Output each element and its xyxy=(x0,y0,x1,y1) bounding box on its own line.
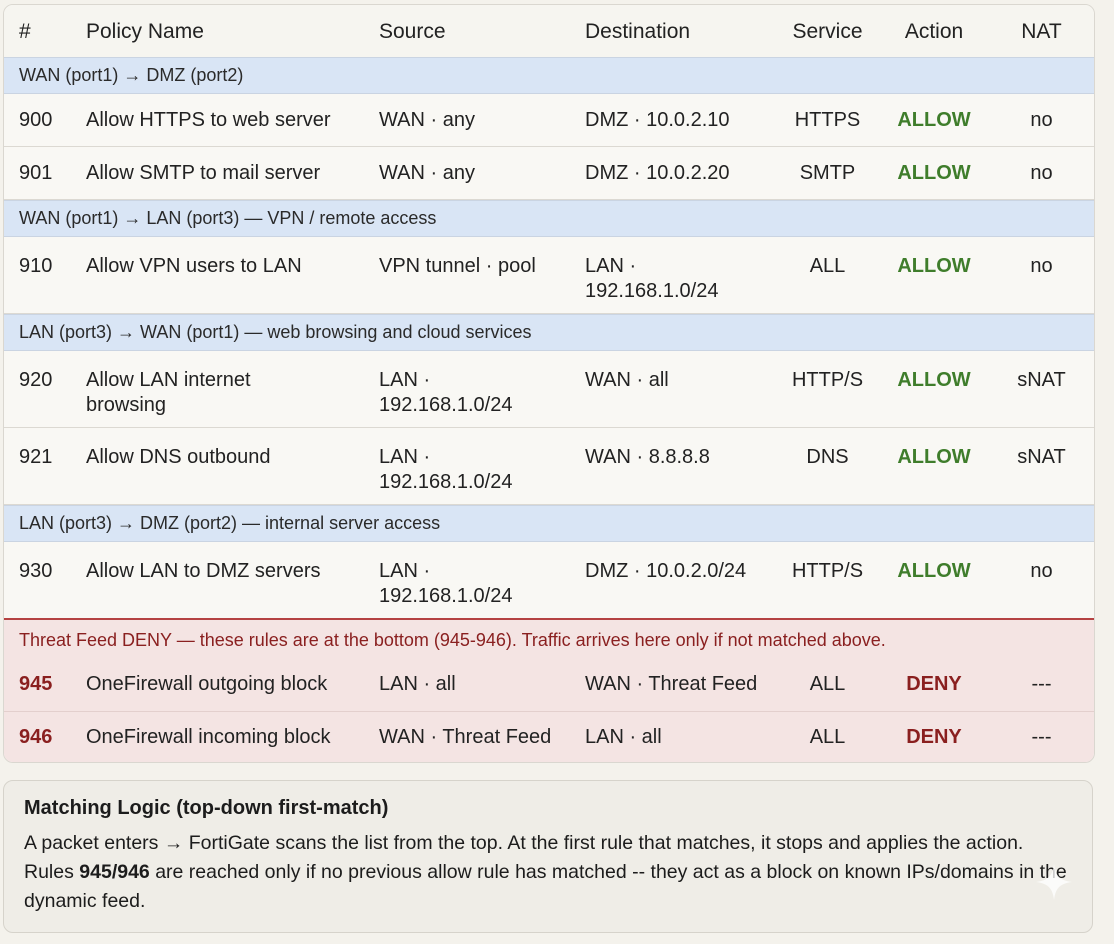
header-action[interactable]: Action xyxy=(886,19,982,44)
header-num[interactable]: # xyxy=(19,19,31,44)
rule-name: OneFirewall incoming block xyxy=(86,726,331,748)
logic-line-2-rules: 945/946 xyxy=(79,861,150,883)
rule-nat: sNAT xyxy=(1017,369,1066,391)
logic-line-1: A packet enters → FortiGate scans the li… xyxy=(24,832,1024,854)
rule-name: Allow SMTP to mail server xyxy=(86,162,321,184)
table-header: # Policy Name Source Destination Service… xyxy=(4,5,1094,58)
rule-nat: sNAT xyxy=(1017,446,1066,468)
rule-service: HTTP/S xyxy=(791,369,864,391)
rule-action-badge: ALLOW xyxy=(897,255,971,277)
group-header-wan-dmz: WAN (port1) → DMZ (port2) xyxy=(4,57,1094,94)
header-source[interactable]: Source xyxy=(379,19,446,44)
rule-name: Allow LAN to DMZ servers xyxy=(86,560,321,582)
rule-nat: no xyxy=(1030,560,1053,582)
header-nat[interactable]: NAT xyxy=(994,19,1089,44)
rule-num: 920 xyxy=(19,369,53,391)
rule-action-badge: DENY xyxy=(906,673,962,695)
rule-destination: WAN · Threat Feed xyxy=(585,673,758,695)
group-header-wan-lan-vpn: WAN (port1) → LAN (port3) — VPN / remote… xyxy=(4,200,1094,237)
rule-action-badge: ALLOW xyxy=(897,162,971,184)
rule-destination: WAN · all xyxy=(585,369,669,391)
rule-num: 900 xyxy=(19,109,53,131)
rule-action-badge: ALLOW xyxy=(897,369,971,391)
rule-source: WAN · any xyxy=(379,162,475,184)
table-row[interactable]: 945 OneFirewall outgoing block LAN · all… xyxy=(4,659,1094,711)
table-row[interactable]: 901 Allow SMTP to mail server WAN · any … xyxy=(4,147,1094,200)
rule-name: Allow HTTPS to web server xyxy=(86,109,331,131)
rule-source: LAN · all xyxy=(379,673,456,695)
group-header-lan-dmz: LAN (port3) → DMZ (port2) — internal ser… xyxy=(4,505,1094,542)
rule-num: 910 xyxy=(19,255,53,277)
rule-source: WAN · any xyxy=(379,109,475,131)
rule-destination: DMZ · 10.0.2.10 xyxy=(585,109,730,131)
table-row[interactable]: 920 Allow LAN internet browsing LAN · 19… xyxy=(4,351,1094,428)
rule-service: ALL xyxy=(809,255,846,277)
rule-num: 946 xyxy=(19,726,53,748)
rule-source: WAN · Threat Feed xyxy=(379,726,552,748)
matching-logic-title: Matching Logic (top-down first-match) xyxy=(24,797,389,819)
table-row[interactable]: 921 Allow DNS outbound LAN · 192.168.1.0… xyxy=(4,428,1094,505)
rule-nat: no xyxy=(1030,255,1053,277)
rule-service: DNS xyxy=(806,446,849,468)
rule-source: LAN · 192.168.1.0/24 xyxy=(379,369,513,416)
rule-service: HTTPS xyxy=(794,109,861,131)
rule-service: HTTP/S xyxy=(791,560,864,582)
logic-line-2-pre: Rules xyxy=(24,861,80,883)
group-header-lan-wan: LAN (port3) → WAN (port1) — web browsing… xyxy=(4,314,1094,351)
rule-source: LAN · 192.168.1.0/24 xyxy=(379,560,513,607)
table-row[interactable]: 930 Allow LAN to DMZ servers LAN · 192.1… xyxy=(4,542,1094,618)
table-row[interactable]: 910 Allow VPN users to LAN VPN tunnel · … xyxy=(4,237,1094,314)
header-destination[interactable]: Destination xyxy=(585,19,690,44)
rule-action-badge: DENY xyxy=(906,726,962,748)
rule-source: VPN tunnel · pool xyxy=(379,255,536,277)
rule-nat: --- xyxy=(1031,726,1052,748)
header-service[interactable]: Service xyxy=(781,19,874,44)
rule-source: LAN · 192.168.1.0/24 xyxy=(379,446,513,493)
table-row[interactable]: 946 OneFirewall incoming block WAN · Thr… xyxy=(4,711,1094,762)
rule-destination: LAN · all xyxy=(585,726,662,748)
rule-service: SMTP xyxy=(799,162,856,184)
rule-destination: LAN · 192.168.1.0/24 xyxy=(585,255,719,302)
rule-action-badge: ALLOW xyxy=(897,560,971,582)
rule-destination: WAN · 8.8.8.8 xyxy=(585,446,710,468)
threat-feed-note: Threat Feed DENY — these rules are at th… xyxy=(19,630,886,650)
logic-line-2-post: are reached only if no previous allow ru… xyxy=(24,861,1067,912)
sparkle-icon xyxy=(1034,862,1074,902)
matching-logic-text: A packet enters → FortiGate scans the li… xyxy=(24,829,1084,916)
rule-num: 945 xyxy=(19,673,53,695)
rule-service: ALL xyxy=(809,726,846,748)
header-policy-name[interactable]: Policy Name xyxy=(86,19,204,44)
rule-num: 921 xyxy=(19,446,53,468)
rule-name: OneFirewall outgoing block xyxy=(86,673,328,695)
matching-logic-panel: Matching Logic (top-down first-match) A … xyxy=(3,780,1093,933)
rule-nat: no xyxy=(1030,162,1053,184)
rule-destination: DMZ · 10.0.2.0/24 xyxy=(585,560,747,582)
rule-name: Allow DNS outbound xyxy=(86,446,271,468)
rule-service: ALL xyxy=(809,673,846,695)
policy-table: # Policy Name Source Destination Service… xyxy=(3,4,1095,763)
rule-nat: no xyxy=(1030,109,1053,131)
rule-nat: --- xyxy=(1031,673,1052,695)
rule-destination: DMZ · 10.0.2.20 xyxy=(585,162,730,184)
rule-num: 930 xyxy=(19,560,53,582)
rule-action-badge: ALLOW xyxy=(897,109,971,131)
rule-num: 901 xyxy=(19,162,53,184)
threat-feed-section: Threat Feed DENY — these rules are at th… xyxy=(4,618,1094,762)
rule-name: Allow VPN users to LAN xyxy=(86,255,302,277)
table-row[interactable]: 900 Allow HTTPS to web server WAN · any … xyxy=(4,94,1094,147)
rule-action-badge: ALLOW xyxy=(897,446,971,468)
rule-name: Allow LAN internet browsing xyxy=(86,369,251,416)
